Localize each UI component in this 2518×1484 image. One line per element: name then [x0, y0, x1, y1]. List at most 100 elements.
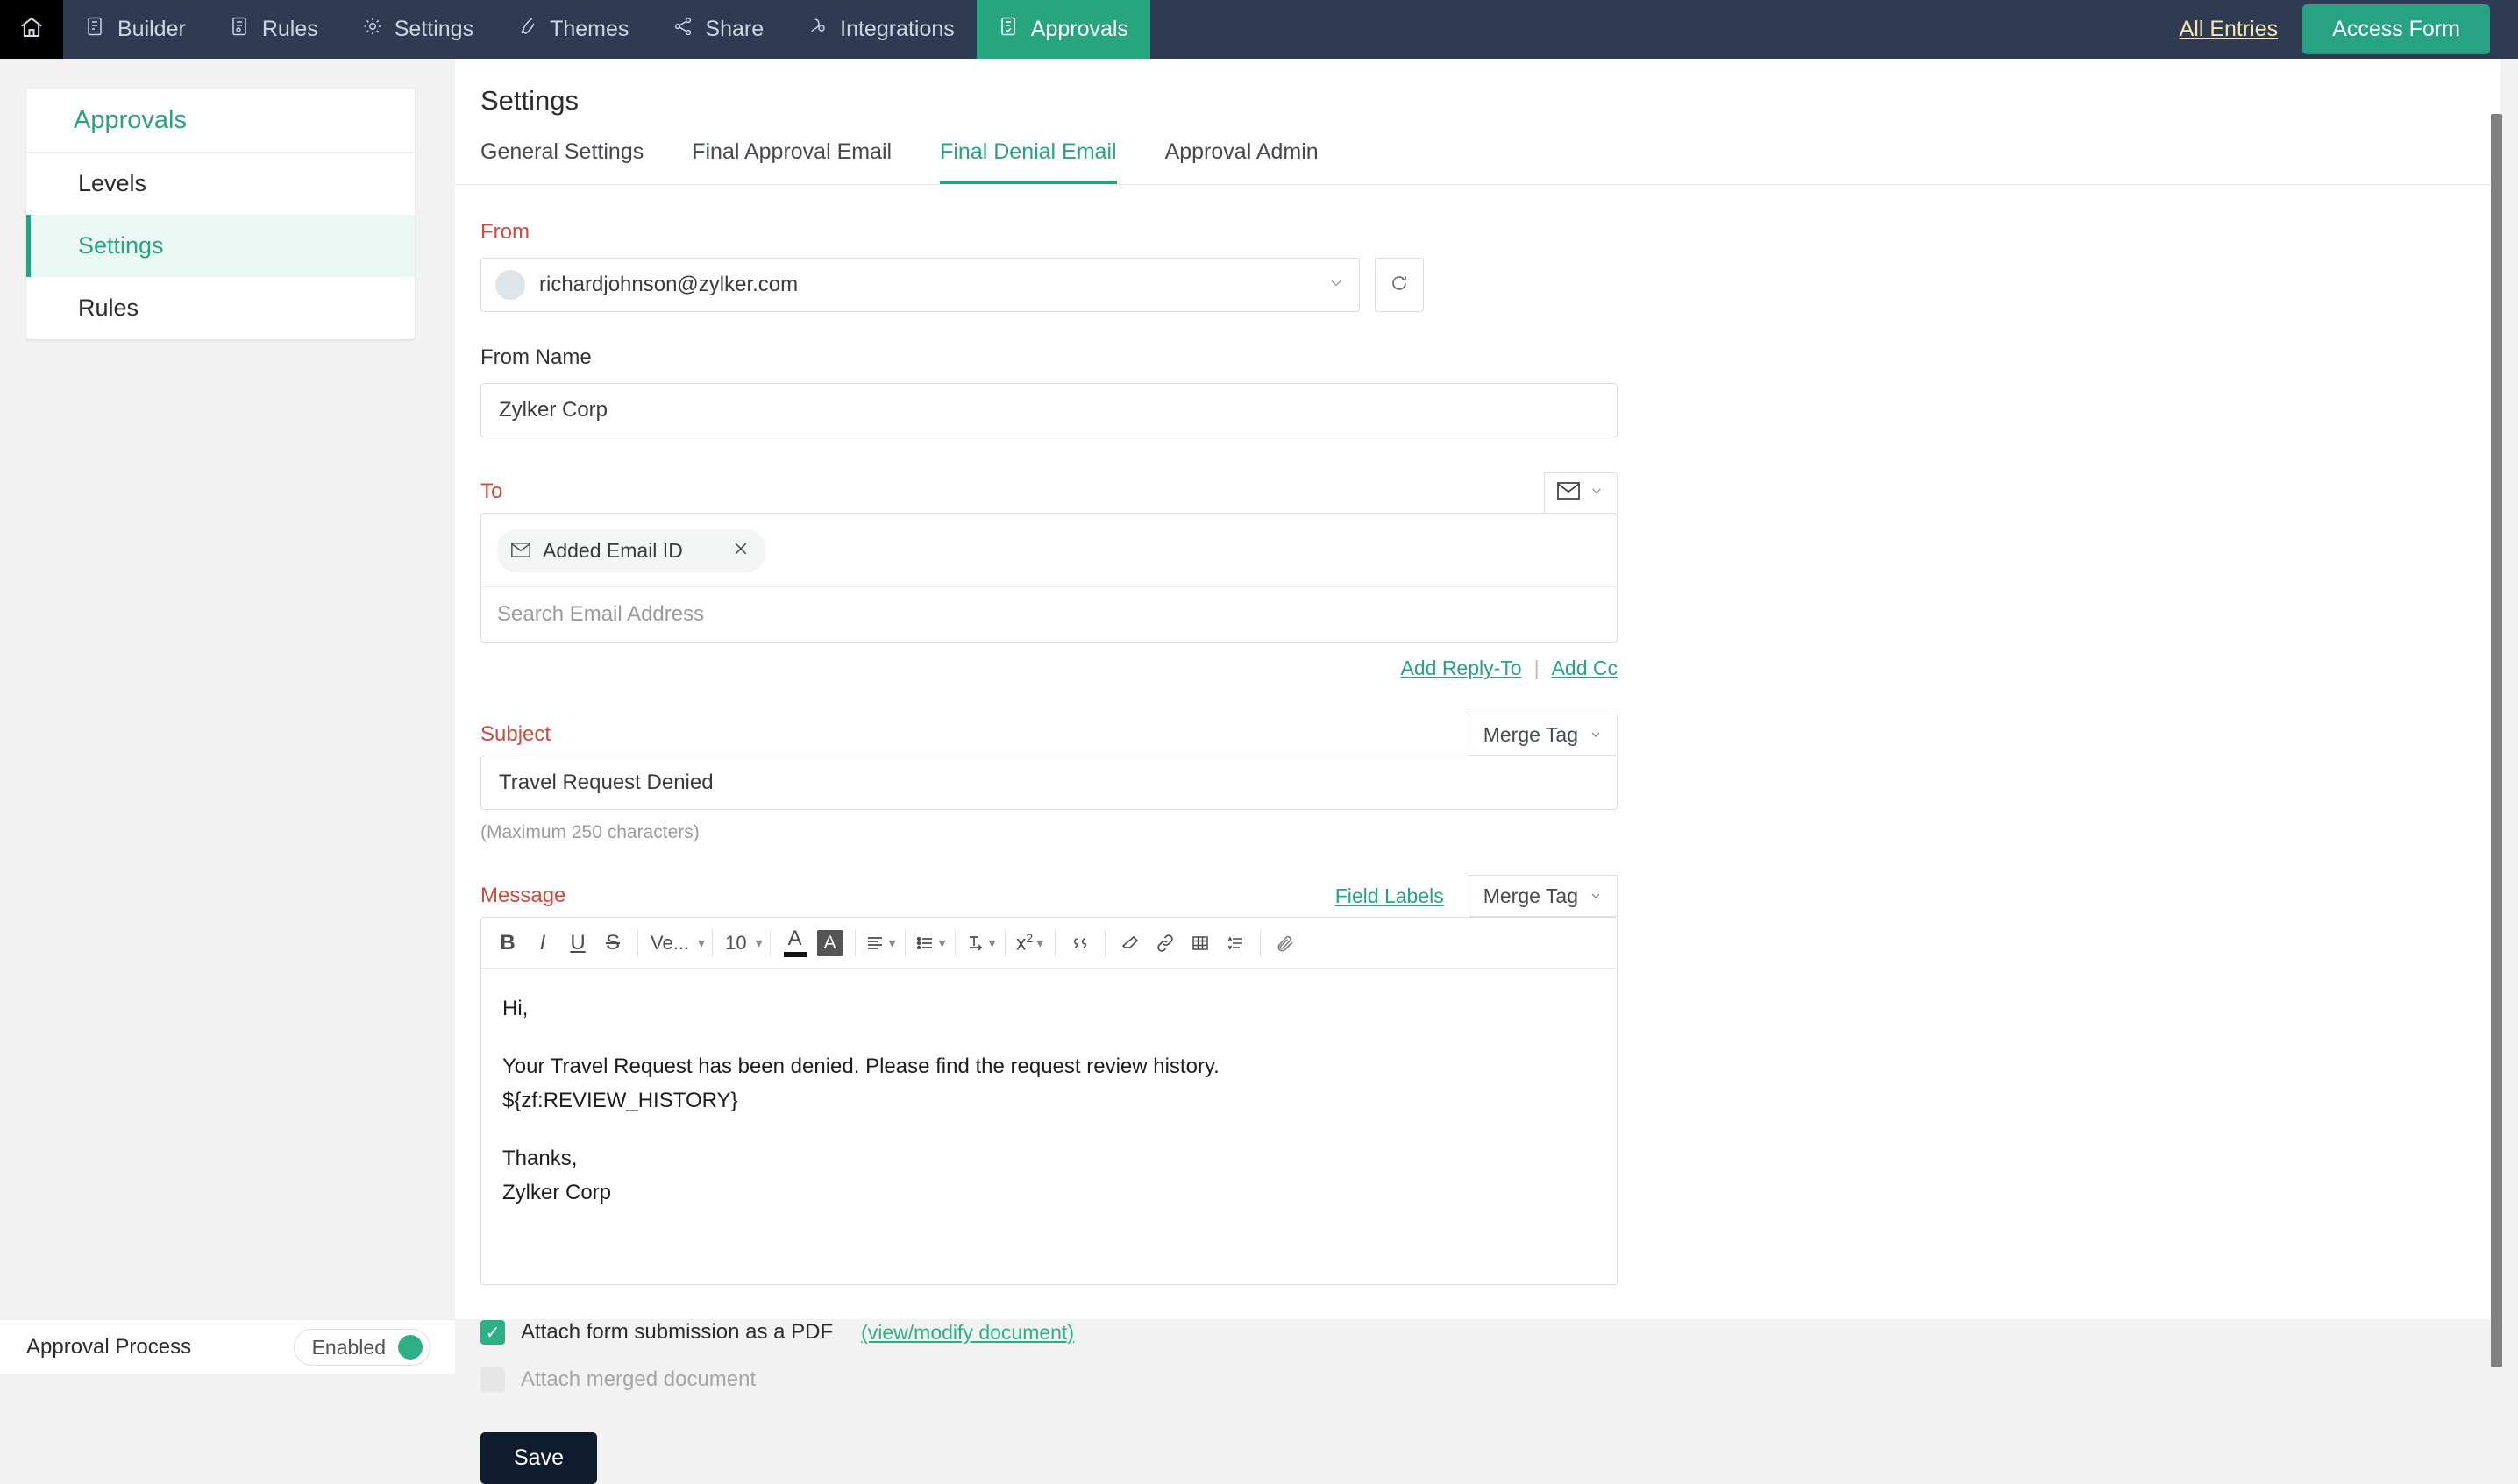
from-select[interactable]: richardjohnson@zylker.com	[480, 258, 1360, 312]
sidebar-item-label: Rules	[78, 295, 139, 322]
sidebar-item-settings[interactable]: Settings	[26, 215, 415, 277]
attach-merged-checkbox	[480, 1367, 505, 1392]
nav-item-builder[interactable]: Builder	[63, 0, 208, 59]
indent-icon[interactable]: ▾	[963, 925, 998, 962]
from-label: From	[480, 220, 1726, 245]
to-type-dropdown[interactable]	[1544, 472, 1618, 513]
message-header: Message Field Labels Merge Tag	[480, 875, 1618, 917]
message-body[interactable]: Hi, Your Travel Request has been denied.…	[481, 969, 1617, 1284]
from-name-input[interactable]: Zylker Corp	[480, 383, 1618, 437]
message-line-1: Hi,	[502, 991, 1596, 1026]
bullet-list-icon[interactable]: ▾	[913, 925, 948, 962]
add-reply-to-link[interactable]: Add Reply-To	[1401, 657, 1522, 680]
line-height-icon[interactable]	[1218, 925, 1253, 962]
nav-label: Builder	[117, 17, 186, 42]
subject-merge-tag-dropdown[interactable]: Merge Tag	[1469, 714, 1618, 756]
tab-general-settings[interactable]: General Settings	[480, 139, 644, 184]
toolbar-divider	[905, 930, 906, 956]
highlight-color-icon[interactable]: A	[813, 925, 848, 962]
clear-format-icon[interactable]	[1113, 925, 1148, 962]
font-family-select[interactable]: Ve... ▾	[645, 925, 705, 962]
user-avatar-icon	[495, 270, 525, 300]
approval-process-toggle[interactable]: Enabled	[294, 1329, 430, 1366]
sidebar-item-levels[interactable]: Levels	[26, 153, 415, 215]
approval-process-label: Approval Process	[26, 1335, 191, 1360]
close-icon[interactable]	[732, 538, 750, 564]
blockquote-icon[interactable]	[1063, 925, 1098, 962]
attachment-icon[interactable]	[1268, 925, 1303, 962]
approvals-icon	[999, 16, 1020, 43]
strikethrough-icon[interactable]: S	[595, 925, 630, 962]
underline-icon[interactable]: U	[560, 925, 595, 962]
nav-item-integrations[interactable]: Integrations	[786, 0, 977, 59]
toolbar-divider	[1055, 930, 1056, 956]
sidebar-item-label: Levels	[78, 170, 146, 197]
chevron-down-icon: ▾	[939, 934, 946, 952]
toolbar-divider	[1005, 930, 1006, 956]
tab-final-approval-email[interactable]: Final Approval Email	[692, 139, 892, 184]
subject-input[interactable]: Travel Request Denied	[480, 756, 1618, 810]
merge-tag-label: Merge Tag	[1483, 884, 1578, 908]
bold-icon[interactable]: B	[490, 925, 525, 962]
italic-icon[interactable]: I	[525, 925, 560, 962]
tab-final-denial-email[interactable]: Final Denial Email	[940, 139, 1116, 184]
tab-approval-admin[interactable]: Approval Admin	[1165, 139, 1319, 184]
nav-item-settings[interactable]: Settings	[340, 0, 495, 59]
refresh-from-button[interactable]	[1375, 258, 1424, 312]
attach-pdf-row[interactable]: ✓ Attach form submission as a PDF (view/…	[480, 1320, 1726, 1345]
font-color-swatch	[784, 952, 807, 957]
to-header: To	[480, 472, 1618, 513]
chevron-down-icon: ▾	[889, 934, 896, 952]
chevron-down-icon: ▾	[1036, 934, 1043, 952]
message-line-5: Zylker Corp	[502, 1181, 611, 1204]
chevron-down-icon	[1589, 483, 1604, 503]
access-form-button[interactable]: Access Form	[2302, 4, 2490, 54]
settings-panel: Settings General Settings Final Approval…	[455, 59, 2500, 1319]
approvals-sidebar: Approvals Levels Settings Rules	[26, 89, 415, 339]
to-label: To	[480, 479, 502, 504]
link-separator: |	[1534, 657, 1540, 680]
chevron-down-icon	[1589, 723, 1603, 747]
align-icon[interactable]: ▾	[863, 925, 898, 962]
nav-item-share[interactable]: Share	[651, 0, 786, 59]
search-email-input[interactable]: Search Email Address	[481, 587, 1617, 642]
top-navigation-bar: Builder Rules Settings Themes	[0, 0, 2518, 59]
font-size-select[interactable]: 10 ▾	[720, 925, 763, 962]
message-merge-tag-dropdown[interactable]: Merge Tag	[1469, 875, 1618, 917]
link-icon[interactable]	[1148, 925, 1183, 962]
subject-label: Subject	[480, 722, 551, 747]
font-size-value: 10	[720, 932, 751, 955]
home-button[interactable]	[0, 0, 63, 59]
editor-toolbar: B I U S Ve... ▾ 10 ▾ A	[481, 918, 1617, 969]
chevron-down-icon: ▾	[698, 934, 705, 952]
table-icon[interactable]	[1183, 925, 1218, 962]
field-labels-link[interactable]: Field Labels	[1335, 884, 1444, 908]
save-button[interactable]: Save	[480, 1432, 597, 1484]
add-cc-link[interactable]: Add Cc	[1552, 657, 1618, 680]
attach-pdf-checkbox[interactable]: ✓	[480, 1320, 505, 1345]
all-entries-link[interactable]: All Entries	[2155, 0, 2303, 59]
toolbar-divider	[855, 930, 856, 956]
font-color-icon[interactable]: A	[778, 925, 813, 962]
attach-pdf-label: Attach form submission as a PDF	[521, 1320, 833, 1345]
gear-icon	[362, 16, 383, 43]
page-scrollbar[interactable]	[2491, 114, 2502, 1367]
nav-item-rules[interactable]: Rules	[208, 0, 340, 59]
superscript-icon[interactable]: x2 ▾	[1013, 925, 1048, 962]
envelope-icon	[511, 539, 530, 563]
view-modify-document-link[interactable]: (view/modify document)	[861, 1321, 1074, 1345]
rules-icon	[230, 16, 251, 43]
nav-item-approvals[interactable]: Approvals	[977, 0, 1150, 59]
email-chip[interactable]: Added Email ID	[497, 529, 765, 572]
message-editor: B I U S Ve... ▾ 10 ▾ A	[480, 917, 1618, 1285]
message-label: Message	[480, 884, 565, 908]
sidebar-item-rules[interactable]: Rules	[26, 277, 415, 339]
toolbar-divider	[637, 930, 638, 956]
nav-item-themes[interactable]: Themes	[495, 0, 651, 59]
to-chip-area: Added Email ID	[481, 514, 1617, 587]
toggle-knob	[398, 1335, 423, 1360]
font-color-letter: A	[788, 928, 802, 949]
to-field: Added Email ID Search Email Address	[480, 513, 1618, 643]
nav-label: Share	[705, 17, 764, 42]
message-paragraph-2: Your Travel Request has been denied. Ple…	[502, 1049, 1596, 1118]
